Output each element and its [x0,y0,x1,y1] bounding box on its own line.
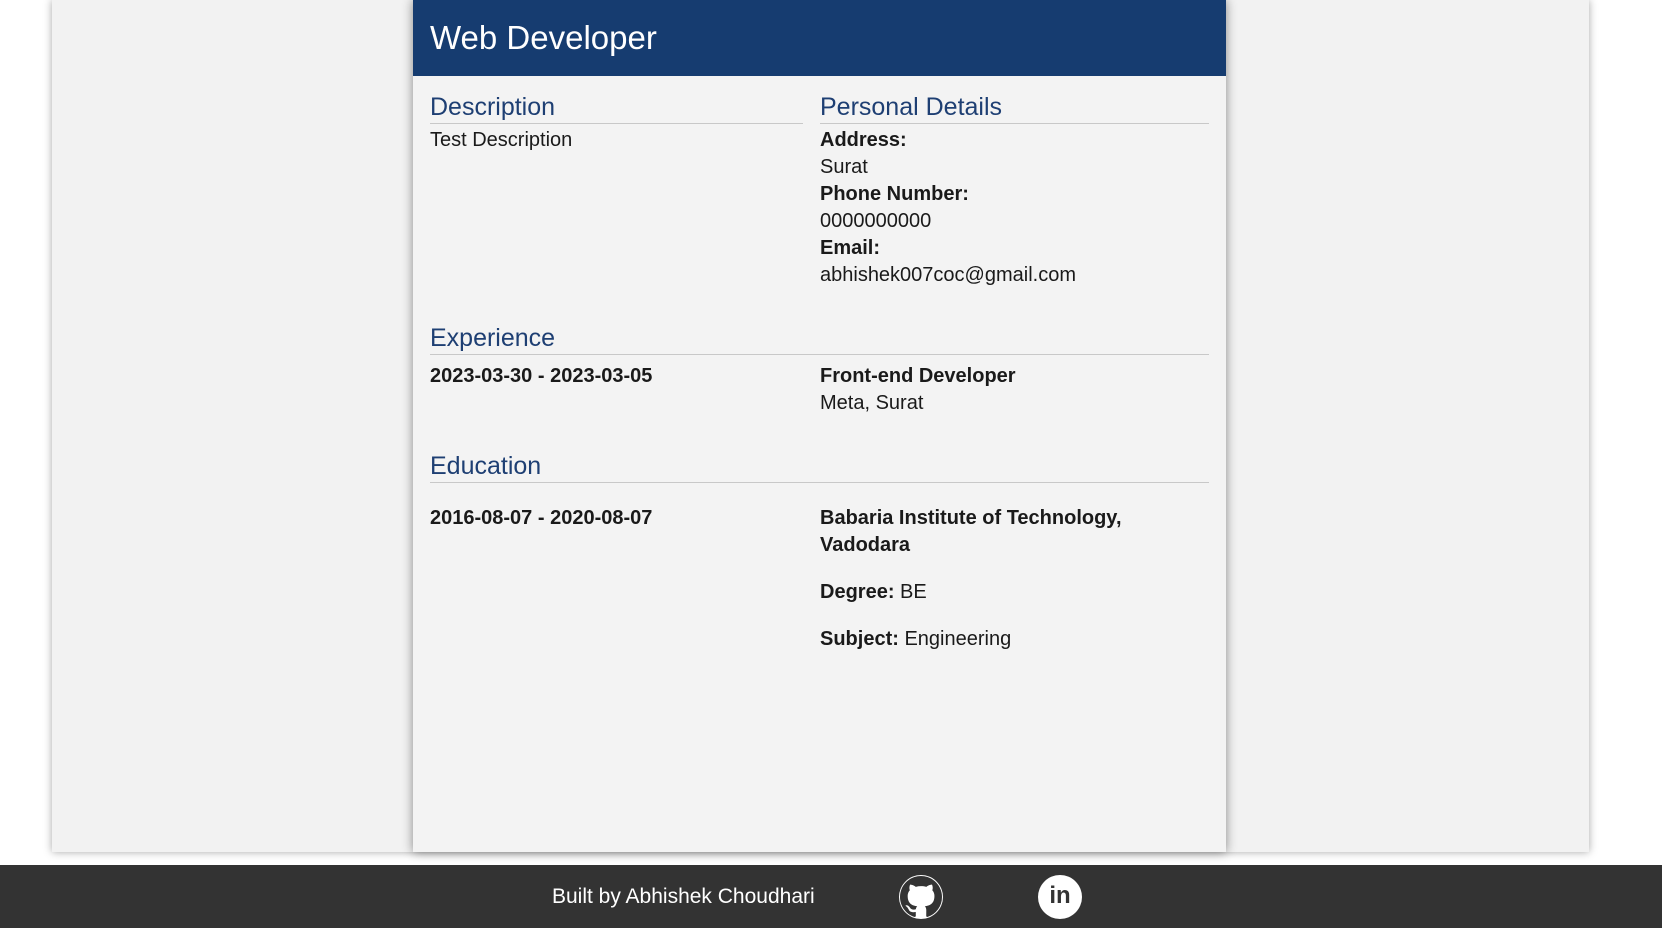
degree-value: BE [900,581,927,603]
description-section: Description Test Description [430,92,820,289]
education-dates: 2016-08-07 - 2020-08-07 [430,507,653,529]
linkedin-glyph: in [1049,882,1071,909]
education-subject: Subject: Engineering [820,626,1209,653]
experience-role: Front-end Developer [820,365,1016,387]
email-value: abhishek007coc@gmail.com [820,264,1076,286]
subject-value: Engineering [904,628,1012,650]
email-label: Email: [820,237,881,259]
experience-company: Meta, Surat [820,392,924,414]
footer-credit: Built by Abhishek Choudhari [552,885,815,908]
education-section: Education 2016-08-07 - 2020-08-07 Babari… [430,451,1209,673]
resume-header: Web Developer [413,0,1226,76]
education-heading: Education [430,451,1209,483]
experience-item: 2023-03-30 - 2023-03-05 Front-end Develo… [430,363,1209,417]
degree-label: Degree: [820,581,895,603]
resume-body: Description Test Description Personal De… [413,92,1226,673]
site-footer: Built by Abhishek Choudhari in [0,865,1662,928]
education-institution: Babaria Institute of Technology, Vadodar… [820,507,1122,556]
subject-label: Subject: [820,628,899,650]
phone-value: 0000000000 [820,210,932,232]
address-label: Address: [820,129,907,151]
linkedin-icon[interactable]: in [1038,875,1082,919]
education-degree: Degree: BE [820,579,1209,606]
github-icon[interactable] [899,875,943,919]
resume-sheet: Web Developer Description Test Descripti… [413,0,1226,852]
description-heading: Description [430,92,803,124]
personal-details-section: Personal Details Address: Surat Phone Nu… [820,92,1209,289]
phone-label: Phone Number: [820,183,969,205]
experience-section: Experience 2023-03-30 - 2023-03-05 Front… [430,323,1209,417]
experience-dates: 2023-03-30 - 2023-03-05 [430,365,653,387]
address-value: Surat [820,156,868,178]
personal-details-heading: Personal Details [820,92,1209,124]
education-item: 2016-08-07 - 2020-08-07 Babaria Institut… [430,505,1209,673]
description-text: Test Description [430,129,573,151]
resume-title: Web Developer [430,19,657,56]
github-icon-glyph [900,876,942,918]
top-section: Description Test Description Personal De… [430,92,1209,289]
experience-heading: Experience [430,323,1209,355]
